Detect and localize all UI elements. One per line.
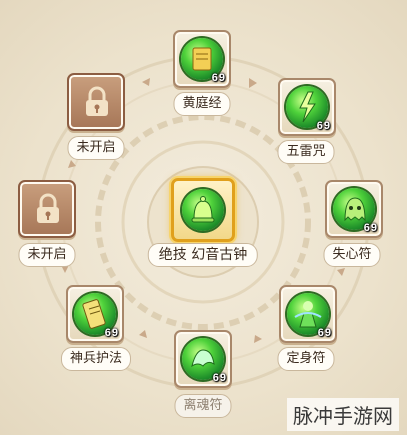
skill-slot-huang[interactable]: 69 bbox=[173, 30, 231, 88]
skill-level: 69 bbox=[363, 222, 378, 234]
padlock-icon bbox=[86, 86, 108, 116]
skill-label: 失心符 bbox=[323, 243, 381, 267]
locked-label: 未开启 bbox=[67, 136, 125, 160]
watermark-text: 脉冲手游网 bbox=[287, 398, 399, 431]
locked-label: 未开启 bbox=[18, 243, 76, 267]
ultimate-skill-slot[interactable] bbox=[171, 178, 235, 242]
skill-label: 神兵护法 bbox=[60, 347, 132, 371]
skill-level: 69 bbox=[317, 327, 332, 339]
skill-level: 69 bbox=[212, 372, 227, 384]
skill-label: 定身符 bbox=[277, 347, 335, 371]
skill-slot-shenbing[interactable]: 69 bbox=[66, 285, 124, 343]
locked-slot-top[interactable] bbox=[67, 73, 125, 131]
locked-slot-left[interactable] bbox=[18, 180, 76, 238]
skill-level: 69 bbox=[316, 120, 331, 132]
skill-label: 五雷咒 bbox=[277, 140, 335, 164]
ultimate-skill-label: 绝技 幻音古钟 bbox=[147, 243, 259, 267]
skill-label: 离魂符 bbox=[174, 394, 232, 418]
padlock-icon bbox=[37, 193, 59, 223]
skill-slot-wulei[interactable]: 69 bbox=[278, 78, 336, 136]
skill-slot-lihun[interactable]: 69 bbox=[174, 330, 232, 388]
skill-level: 69 bbox=[211, 72, 226, 84]
skill-slot-dingshen[interactable]: 69 bbox=[279, 285, 337, 343]
skill-slot-shixin[interactable]: 69 bbox=[325, 180, 383, 238]
skill-panel: 69 黄庭经 69 五雷咒 69 失心符 69 定身符 69 离魂符 69 神兵… bbox=[0, 0, 407, 435]
skill-label: 黄庭经 bbox=[173, 92, 231, 116]
skill-level: 69 bbox=[104, 327, 119, 339]
bell-skill-icon bbox=[182, 189, 224, 231]
